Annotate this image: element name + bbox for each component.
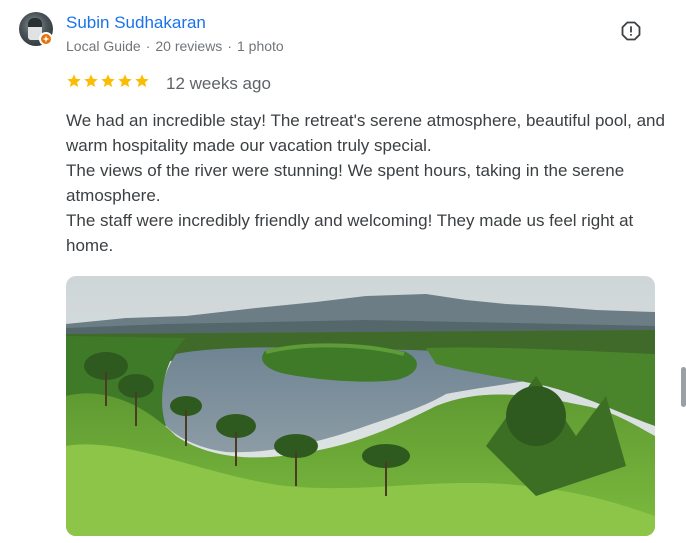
avatar[interactable] — [19, 12, 53, 46]
star-icon — [101, 74, 115, 87]
review-paragraph: The staff were incredibly friendly and w… — [66, 211, 634, 255]
review-text: We had an incredible stay! The retreat's… — [66, 108, 666, 258]
star-icon — [135, 74, 149, 87]
review-paragraph: We had an incredible stay! The retreat's… — [66, 111, 665, 155]
local-guide-badge-icon — [39, 32, 53, 46]
report-review-button[interactable] — [620, 20, 642, 42]
river-landscape-image — [66, 276, 655, 536]
local-guide-label: Local Guide — [66, 38, 141, 54]
star-icon — [67, 74, 81, 87]
review-count: 20 reviews — [155, 38, 223, 54]
photo-count: 1 photo — [236, 38, 284, 54]
star-icon — [118, 74, 132, 87]
review-paragraph: The views of the river were stunning! We… — [66, 161, 625, 205]
review-time: 12 weeks ago — [166, 74, 271, 93]
star-rating — [66, 73, 150, 93]
review-photo[interactable] — [66, 276, 655, 536]
report-flag-icon — [621, 21, 641, 41]
scrollbar-thumb[interactable] — [681, 367, 686, 407]
star-icon — [84, 74, 98, 87]
review-card: Subin Sudhakaran Local Guide · 20 reviews ·… — [0, 0, 686, 543]
meta-separator: · — [145, 38, 151, 54]
author-meta: Local Guide · 20 reviews · 1 photo — [66, 37, 284, 55]
author-name[interactable]: Subin Sudhakaran — [66, 12, 206, 34]
meta-separator: · — [227, 38, 232, 54]
